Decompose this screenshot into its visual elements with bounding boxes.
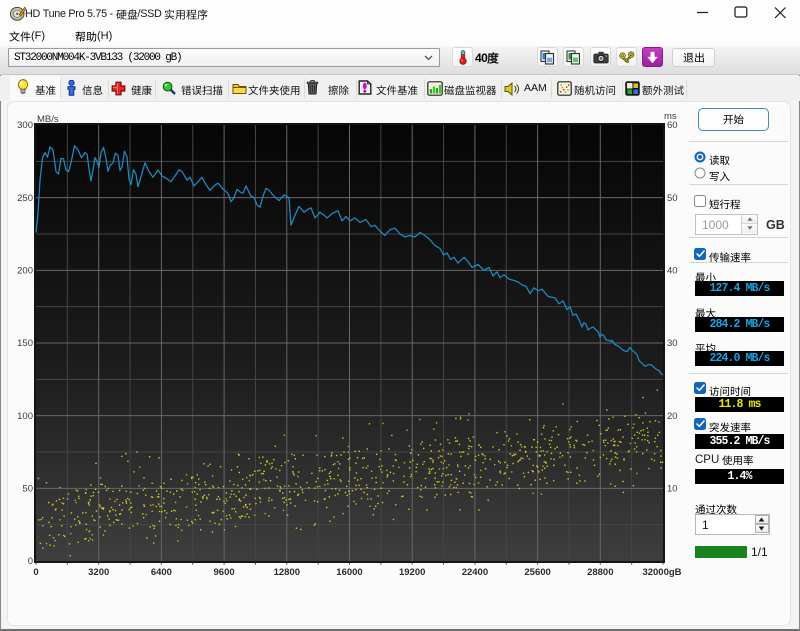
svg-text:50: 50 [22,484,33,495]
svg-text:32000gB: 32000gB [642,567,681,578]
svg-text:0: 0 [33,567,38,578]
svg-text:10: 10 [667,484,678,495]
svg-text:40: 40 [667,266,678,277]
svg-text:MB/s: MB/s [37,114,59,125]
svg-text:200: 200 [17,266,33,277]
svg-text:250: 250 [17,193,33,204]
svg-text:100: 100 [17,411,33,422]
svg-text:25600: 25600 [524,567,550,578]
svg-text:6400: 6400 [151,567,172,578]
svg-text:19200: 19200 [399,567,425,578]
svg-text:9600: 9600 [214,567,235,578]
svg-text:3200: 3200 [88,567,109,578]
svg-text:30: 30 [667,338,678,349]
svg-text:22400: 22400 [462,567,488,578]
svg-text:300: 300 [17,120,33,131]
svg-text:20: 20 [667,411,678,422]
svg-text:150: 150 [17,338,33,349]
svg-text:50: 50 [667,193,678,204]
svg-text:12800: 12800 [274,567,300,578]
svg-text:28800: 28800 [587,567,613,578]
svg-text:16000: 16000 [336,567,362,578]
svg-text:0: 0 [28,556,33,567]
svg-text:60: 60 [667,120,678,131]
